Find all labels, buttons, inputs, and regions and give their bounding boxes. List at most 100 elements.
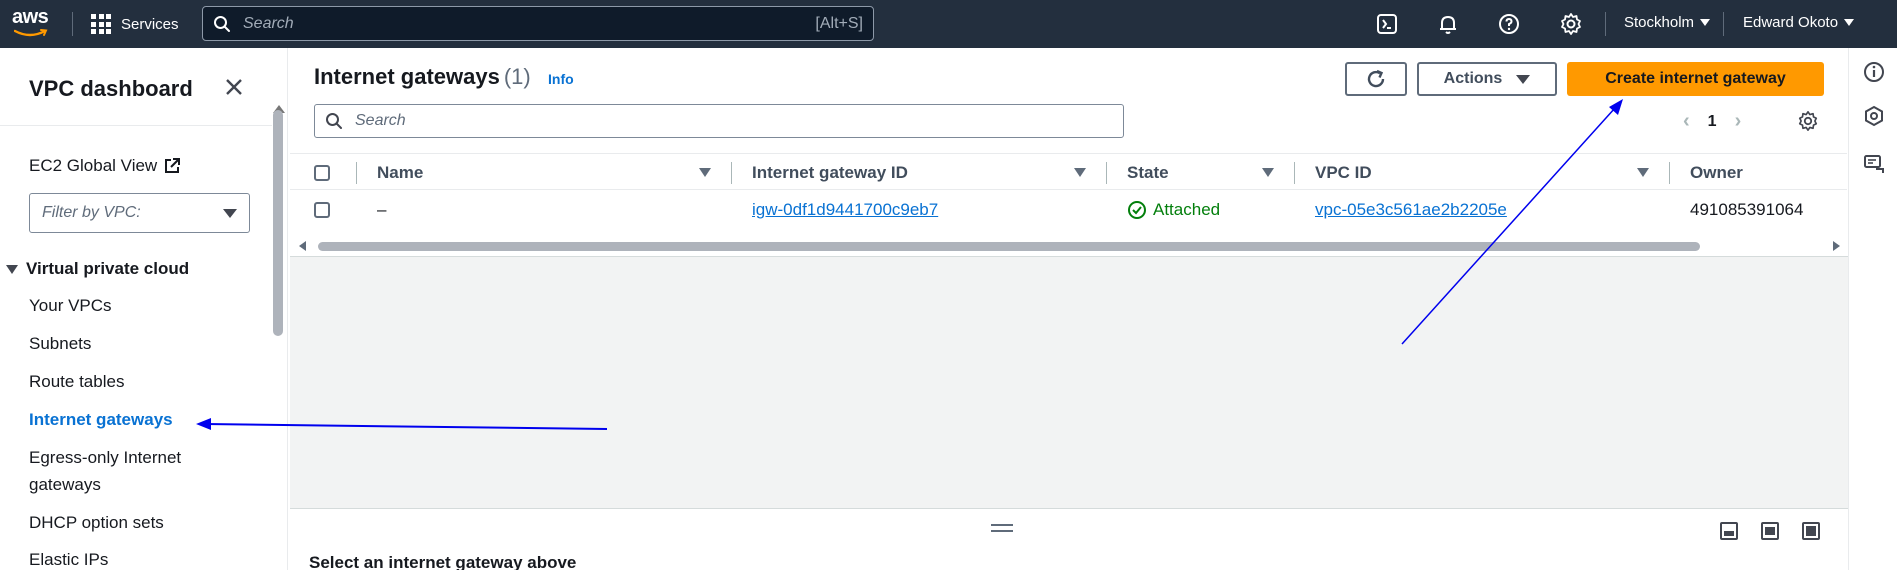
chevron-left-icon[interactable]: ‹ — [1683, 110, 1690, 133]
table-preferences-gear-icon[interactable] — [1797, 110, 1819, 132]
actions-dropdown-button[interactable]: Actions — [1417, 62, 1557, 96]
split-panel-side-icon[interactable] — [1761, 522, 1779, 540]
table-search-placeholder: Search — [355, 112, 406, 129]
state-label: Attached — [1153, 200, 1221, 219]
vpc-filter-placeholder: Filter by VPC: — [42, 204, 141, 221]
nav-divider — [72, 12, 73, 36]
caret-down-icon — [1700, 19, 1711, 26]
row-checkbox[interactable] — [314, 190, 330, 230]
table-search-input[interactable]: Search — [314, 104, 1124, 138]
caret-down-icon — [223, 208, 237, 218]
region-selector[interactable]: Stockholm — [1624, 14, 1711, 31]
sort-icon[interactable] — [699, 168, 711, 177]
sidebar-scrollbar[interactable] — [273, 110, 283, 336]
split-panel-full-icon[interactable] — [1802, 522, 1820, 540]
sidebar-item-subnets[interactable]: Subnets — [29, 330, 91, 357]
divider — [0, 125, 272, 126]
services-label: Services — [121, 15, 179, 33]
help-icon[interactable] — [1497, 12, 1521, 36]
global-search-input[interactable]: Search [Alt+S] — [202, 6, 874, 41]
cell-state: Attached — [1127, 190, 1220, 230]
column-divider — [356, 162, 357, 184]
ec2-global-view-label: EC2 Global View — [29, 156, 158, 175]
column-header-state[interactable]: State — [1127, 154, 1169, 191]
nav-divider — [1605, 12, 1606, 36]
select-all-checkbox[interactable] — [314, 154, 330, 191]
sidebar-item-dhcp-option-sets[interactable]: DHCP option sets — [29, 509, 164, 536]
services-menu-button[interactable]: Services — [91, 12, 179, 36]
nav-divider — [1723, 12, 1724, 36]
success-check-icon — [1128, 201, 1146, 219]
table-horizontal-scrollbar[interactable] — [292, 238, 1847, 254]
column-divider[interactable] — [731, 162, 732, 184]
sidebar-item-internet-gateways[interactable]: Internet gateways — [29, 406, 173, 433]
scrollbar-thumb[interactable] — [318, 242, 1700, 251]
sort-icon[interactable] — [1074, 168, 1086, 177]
search-icon — [326, 113, 342, 129]
table-header: Name Internet gateway ID State VPC ID Ow… — [290, 153, 1847, 190]
feedback-icon[interactable] — [1863, 153, 1885, 175]
column-header-internet-gateway-id[interactable]: Internet gateway ID — [752, 154, 908, 191]
close-icon[interactable] — [224, 77, 244, 97]
sidebar-item-route-tables[interactable]: Route tables — [29, 368, 124, 395]
chevron-right-icon[interactable]: › — [1735, 110, 1742, 133]
cell-igw-id-link[interactable]: igw-0df1d9441700c9eb7 — [752, 190, 938, 230]
search-shortcut-hint: [Alt+S] — [815, 14, 863, 32]
split-panel-title: Select an internet gateway above — [309, 553, 577, 570]
pagination: ‹ 1 › — [1683, 110, 1741, 133]
caret-down-icon — [6, 264, 18, 274]
sidebar-item-your-vpcs[interactable]: Your VPCs — [29, 292, 112, 319]
scroll-left-arrow[interactable] — [299, 241, 306, 251]
caret-down-icon — [1516, 74, 1531, 84]
content-background — [290, 256, 1848, 508]
cell-name: – — [377, 200, 387, 219]
aws-logo[interactable]: aws — [12, 6, 52, 42]
sort-icon[interactable] — [1637, 168, 1649, 177]
notifications-bell-icon[interactable] — [1436, 12, 1460, 36]
hexagon-settings-icon[interactable] — [1863, 105, 1885, 127]
account-menu[interactable]: Edward Okoto — [1743, 14, 1855, 31]
cell-vpc-id-link[interactable]: vpc-05e3c561ae2b2205e — [1315, 190, 1507, 230]
sidebar-item-label: Egress-only Internet — [29, 448, 182, 467]
column-header-name[interactable]: Name — [377, 154, 423, 191]
create-internet-gateway-button[interactable]: Create internet gateway — [1567, 62, 1824, 96]
sidebar-item-label: gateways — [29, 475, 101, 494]
split-panel-bottom-icon[interactable] — [1720, 522, 1738, 540]
info-icon[interactable] — [1863, 61, 1885, 83]
top-navigation: aws Services Search [Alt+S] Stockholm Ed… — [0, 0, 1897, 48]
cloudshell-icon[interactable] — [1375, 12, 1399, 36]
cell-owner: 491085391064 — [1690, 200, 1804, 219]
column-divider[interactable] — [1106, 162, 1107, 184]
services-grid-icon — [91, 14, 111, 34]
right-tool-rail — [1848, 48, 1897, 570]
ec2-global-view-link[interactable]: EC2 Global View — [29, 156, 181, 176]
caret-down-icon — [1844, 19, 1855, 26]
page-title: Internet gateways (1) — [314, 64, 531, 90]
split-panel-drag-handle[interactable] — [991, 524, 1013, 532]
settings-gear-icon[interactable] — [1559, 12, 1583, 36]
refresh-icon — [1367, 69, 1385, 88]
sidebar-item-elastic-ips[interactable]: Elastic IPs — [29, 546, 108, 570]
section-virtual-private-cloud[interactable]: Virtual private cloud — [6, 259, 189, 279]
sidebar-item-egress-only-internet-gateways[interactable]: Egress-only Internet gateways — [29, 444, 181, 498]
search-icon — [214, 15, 230, 32]
section-label: Virtual private cloud — [26, 259, 190, 278]
user-name: Edward Okoto — [1743, 14, 1839, 31]
split-panel: Select an internet gateway above — [290, 508, 1848, 570]
column-divider[interactable] — [1294, 162, 1295, 184]
column-header-owner[interactable]: Owner — [1690, 154, 1743, 191]
global-search-placeholder: Search — [243, 14, 294, 32]
table-row[interactable]: – igw-0df1d9441700c9eb7 Attached vpc-05e… — [290, 190, 1847, 230]
scroll-right-arrow[interactable] — [1833, 241, 1840, 251]
sidebar-title: VPC dashboard — [29, 76, 193, 101]
column-header-vpc-id[interactable]: VPC ID — [1315, 154, 1372, 191]
actions-label: Actions — [1443, 70, 1503, 87]
column-divider[interactable] — [1669, 162, 1670, 184]
vpc-filter-select[interactable]: Filter by VPC: — [29, 193, 250, 233]
page-number[interactable]: 1 — [1708, 113, 1717, 131]
sidebar: VPC dashboard EC2 Global View Filter by … — [0, 48, 288, 570]
refresh-button[interactable] — [1345, 62, 1407, 96]
sort-icon[interactable] — [1262, 168, 1274, 177]
info-link[interactable]: Info — [548, 71, 574, 87]
page-title-text: Internet gateways — [314, 64, 500, 89]
